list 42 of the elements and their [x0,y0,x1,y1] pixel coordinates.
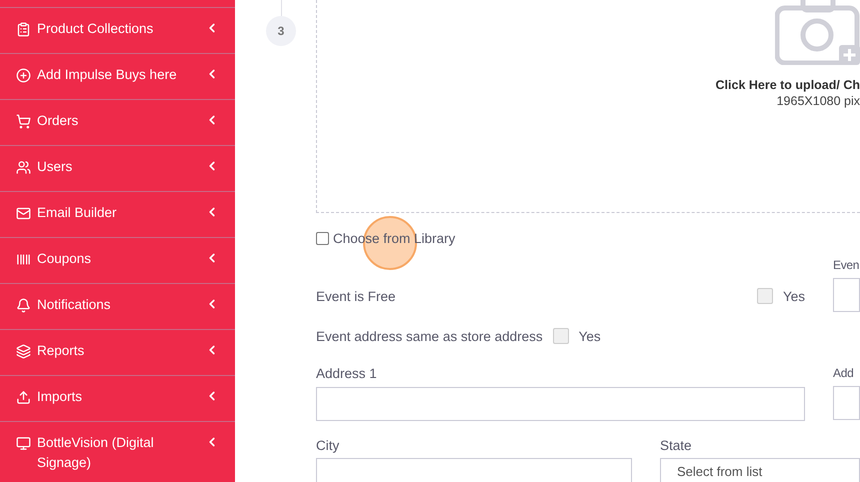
bell-icon [16,298,31,313]
input-field[interactable] [316,458,632,482]
checkbox[interactable] [552,328,569,344]
sidebar-item[interactable]: Email Builder [0,191,235,237]
sidebar-item[interactable]: Product Collections [0,7,235,53]
upload-hint: 1965X1080 pix [776,94,860,108]
plus-circle-icon [16,68,31,83]
field-label: Event address same as store address [316,328,543,344]
input-field[interactable] [833,278,860,312]
field-label: Event is Free [316,288,396,304]
camera-icon [775,0,860,65]
sidebar-item[interactable]: Imports [0,375,235,421]
input-field[interactable] [833,386,860,420]
monitor-icon [16,436,31,451]
barcode-icon [16,252,31,267]
mail-icon [16,206,31,221]
clipboard-icon [16,22,31,37]
layers-icon [16,344,31,359]
sidebar-item[interactable]: BottleVision (Digital Signage) [0,421,235,473]
field-label: State [660,438,693,453]
checkbox[interactable] [316,232,329,245]
checkbox-label: Yes [578,328,601,344]
field-label: Add [833,366,854,380]
step-number: 3 [266,16,296,46]
upload-icon [16,390,31,405]
select-field[interactable]: Select from list [660,458,860,482]
field-label: Even [833,258,860,272]
sidebar-item[interactable]: Users [0,145,235,191]
sidebar-item[interactable]: Orders [0,99,235,145]
users-icon [16,160,31,175]
upload-dropzone[interactable]: Click Here to upload/ Ch 1965X1080 pix [316,0,860,213]
upload-title: Click Here to upload/ Ch [716,78,860,92]
sidebar-item[interactable]: Notifications [0,283,235,329]
sidebar-item[interactable]: Add Impulse Buys here [0,53,235,99]
sidebar-item[interactable]: Coupons [0,237,235,283]
checkbox-label: Yes [782,288,805,304]
field-label: Address 1 [316,366,378,381]
field-label: City [316,438,340,453]
cart-icon [16,114,31,129]
sidebar-item[interactable]: Reports [0,329,235,375]
checkbox[interactable] [756,288,773,304]
input-field[interactable] [316,387,805,421]
